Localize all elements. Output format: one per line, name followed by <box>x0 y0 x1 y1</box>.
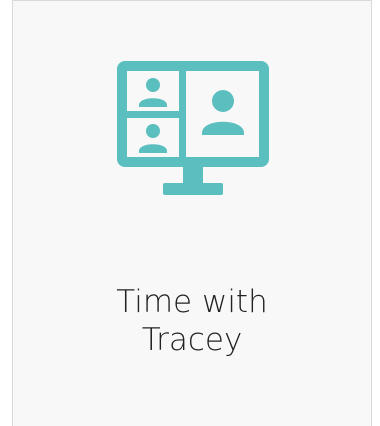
video-conference-icon <box>117 61 269 197</box>
card-title-line-1: Time with <box>116 284 268 320</box>
time-with-tracey-card[interactable]: Time with Tracey <box>12 0 372 426</box>
card-title: Time with Tracey <box>13 283 371 359</box>
card-title-line-2: Tracey <box>141 322 243 358</box>
